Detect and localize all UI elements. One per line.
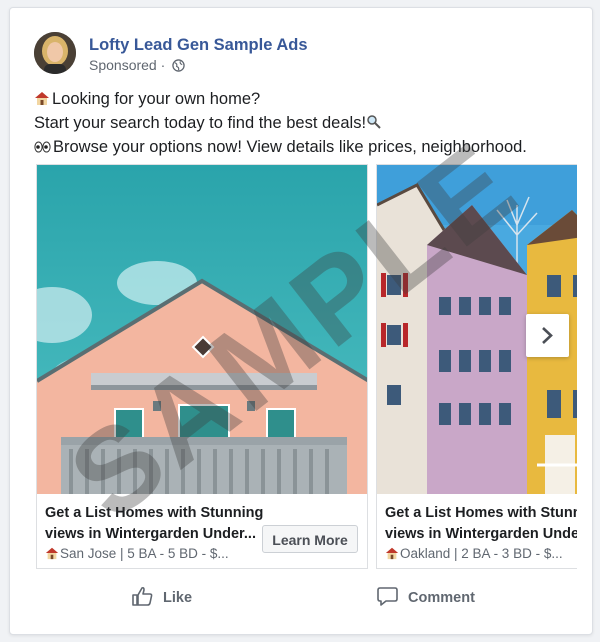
- globe-icon: [172, 59, 185, 75]
- like-button[interactable]: Like: [131, 586, 192, 606]
- post-text-line-2: Start your search today to find the best…: [34, 114, 367, 132]
- ad-carousel[interactable]: Get a List Homes with Stunning views in …: [36, 164, 577, 572]
- carousel-card-2[interactable]: Get a List Homes with Stunnin views in W…: [376, 164, 577, 569]
- house-emoji-icon: [45, 546, 59, 563]
- meta-separator: ·: [160, 57, 166, 73]
- learn-more-button[interactable]: Learn More: [262, 525, 358, 553]
- comment-icon: [377, 587, 408, 606]
- carousel-image-1[interactable]: [37, 165, 367, 494]
- post-text-line-1: Looking for your own home?: [52, 90, 261, 108]
- post-body-text: Looking for your own home? Start your se…: [34, 88, 574, 160]
- comment-button[interactable]: Comment: [377, 586, 475, 606]
- carousel-next-button[interactable]: [526, 314, 569, 357]
- carousel-card-1-title[interactable]: Get a List Homes with Stunning views in …: [45, 503, 263, 545]
- page-avatar[interactable]: [34, 32, 76, 74]
- carousel-card-2-title[interactable]: Get a List Homes with Stunnin views in W…: [385, 503, 577, 545]
- carousel-card-1[interactable]: Get a List Homes with Stunning views in …: [36, 164, 368, 569]
- carousel-card-1-subtitle: San Jose | 5 BA - 5 BD - $...: [45, 546, 229, 563]
- magnifier-icon: [366, 114, 382, 136]
- post-action-bar: Like Comment: [10, 576, 592, 616]
- thumbs-up-icon: [131, 586, 163, 606]
- sponsored-label[interactable]: Sponsored: [89, 57, 157, 73]
- house-emoji-icon: [385, 546, 399, 563]
- eyes-icon: [34, 138, 51, 160]
- post-text-line-3: Browse your options now! View details li…: [53, 138, 527, 156]
- post-meta: Sponsored ·: [89, 57, 185, 75]
- page-name-link[interactable]: Lofty Lead Gen Sample Ads: [89, 36, 308, 55]
- carousel-card-2-subtitle: Oakland | 2 BA - 3 BD - $...: [385, 546, 563, 563]
- house-emoji-icon: [34, 90, 50, 112]
- sponsored-post-card: Lofty Lead Gen Sample Ads Sponsored · Lo…: [9, 7, 593, 635]
